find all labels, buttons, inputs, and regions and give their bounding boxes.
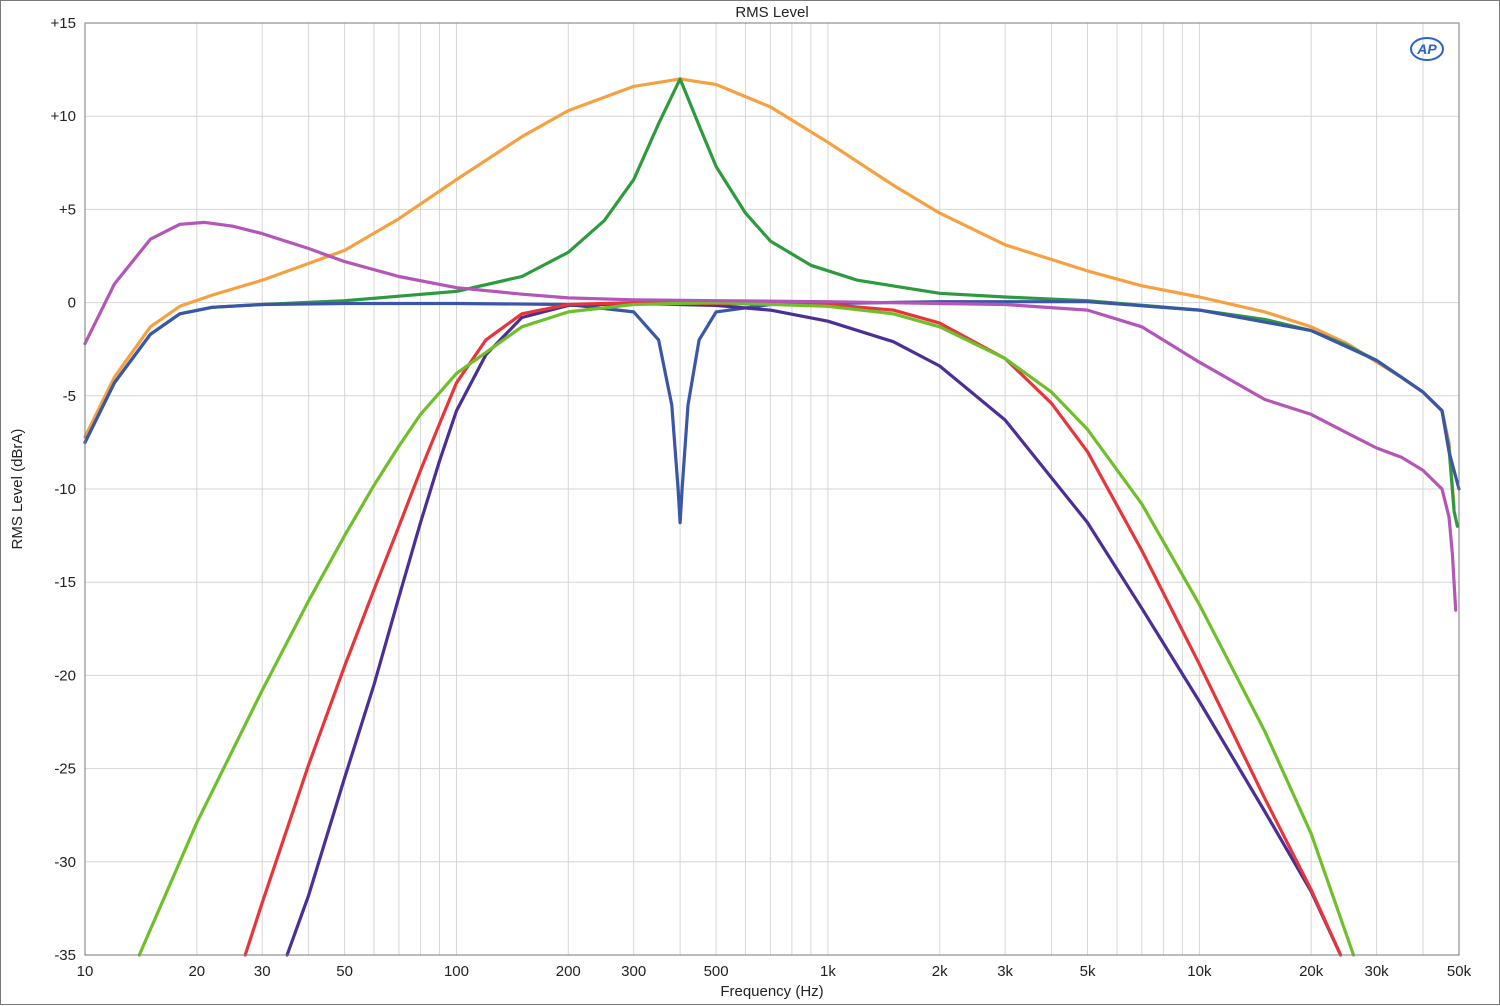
chart-title: RMS Level	[735, 4, 808, 21]
y-tick-label: +10	[51, 108, 76, 125]
x-tick-label: 50k	[1447, 963, 1472, 980]
y-tick-label: -5	[63, 388, 76, 405]
x-tick-label: 500	[704, 963, 729, 980]
y-tick-labels: +15 +10 +5 0 -5 -10 -15 -20 -25 -30 -35	[51, 15, 76, 964]
chart-svg: +15+10+50-5-10-15-20-25-30-35 10 20 30 50 10…	[9, 4, 1472, 1000]
x-tick-label: 50	[336, 963, 353, 980]
x-tick-labels: 10 20 30 50 100 200 300 500 1k 2k 3k 5k 10k 20k 30k 50k	[77, 963, 1472, 980]
x-tick-label: 5k	[1080, 963, 1096, 980]
y-tick-label: -30	[54, 854, 76, 871]
x-tick-label: 20	[188, 963, 205, 980]
chart-frame: +15 +10 +5 0 -5 -10 -15 -20 -25 -30 -35 10 20 30 50 10…	[0, 0, 1500, 1005]
y-tick-label: 0	[68, 295, 76, 312]
x-tick-label: 20k	[1299, 963, 1324, 980]
x-tick-label: 2k	[932, 963, 948, 980]
x-tick-label: 10	[77, 963, 94, 980]
y-tick-label: +15	[51, 15, 76, 32]
y-tick-label: -25	[54, 761, 76, 778]
y-tick-label: -35	[54, 947, 76, 964]
x-axis-label: Frequency (Hz)	[720, 983, 823, 1000]
x-tick-label: 10k	[1187, 963, 1212, 980]
y-tick-label: +5	[59, 201, 76, 218]
x-tick-label: 300	[621, 963, 646, 980]
y-tick-label: -15	[54, 574, 76, 591]
ap-logo-text: AP	[1416, 41, 1437, 57]
x-tick-label: 100	[444, 963, 469, 980]
x-tick-label: 1k	[820, 963, 836, 980]
x-tick-label: 30k	[1364, 963, 1389, 980]
y-axis-label: RMS Level (dBrA)	[9, 429, 26, 550]
x-tick-label: 30	[254, 963, 271, 980]
y-tick-label: -10	[54, 481, 76, 498]
x-tick-label: 200	[556, 963, 581, 980]
y-tick-label: -20	[54, 667, 76, 684]
x-tick-label: 3k	[997, 963, 1013, 980]
